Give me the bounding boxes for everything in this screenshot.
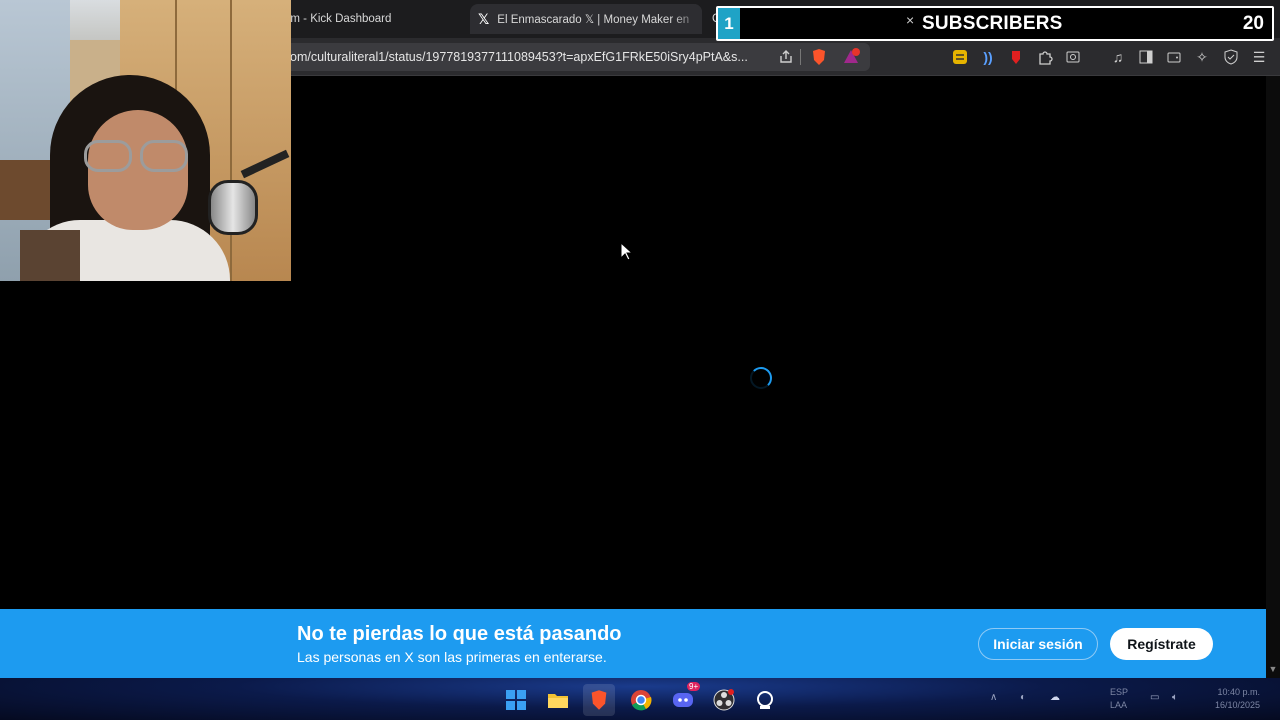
banner-title: No te pierdas lo que está pasando xyxy=(297,623,622,645)
share-icon[interactable] xyxy=(776,47,796,67)
tab-label: El Enmascarado 𝕏 | Money Maker en xyxy=(497,14,690,26)
vpn-shield-icon[interactable] xyxy=(1221,47,1241,67)
menu-icon[interactable]: ☰ xyxy=(1249,47,1269,67)
loading-spinner xyxy=(750,367,772,389)
file-explorer-icon[interactable] xyxy=(542,684,574,716)
x-logo-icon: 𝕏 xyxy=(478,10,490,27)
volume-icon[interactable]: 🔈︎ xyxy=(1172,692,1178,703)
wallet-icon[interactable] xyxy=(1164,47,1184,67)
scroll-down-icon[interactable]: ▼ xyxy=(1266,664,1280,676)
discord-badge: 9+ xyxy=(687,682,701,691)
windows-start-icon[interactable] xyxy=(500,684,532,716)
webcam-overlay xyxy=(0,0,291,281)
subscribers-label: SUBSCRIBERS xyxy=(922,13,1063,34)
address-bar[interactable]: om/culturaliteral1/status/19778193771110… xyxy=(270,43,870,71)
banner-subtitle: Las personas en X son las primeras en en… xyxy=(297,649,607,665)
windows-taskbar: 9+ ∧ ◐ ☁ ESP LAA ▭ 🔈︎ 10:40 p.m. 16/10/2… xyxy=(0,678,1280,720)
signup-button[interactable]: Regístrate xyxy=(1110,628,1213,660)
sidebar-icon[interactable] xyxy=(1136,47,1156,67)
mouse-cursor-icon xyxy=(620,242,634,261)
brave-browser-icon[interactable] xyxy=(583,684,615,716)
onedrive-icon[interactable]: ☁ xyxy=(1050,692,1060,703)
subscribers-goal-overlay: 1 × SUBSCRIBERS 20 xyxy=(716,6,1274,41)
subscriber-count: 1 xyxy=(718,8,740,39)
tray-app-icon[interactable]: ◐ xyxy=(1020,692,1026,703)
screenshot-icon[interactable] xyxy=(1063,47,1083,67)
tab-label: am - Kick Dashboard xyxy=(284,13,392,25)
discord-icon[interactable]: 9+ xyxy=(667,682,701,716)
x-login-banner: No te pierdas lo que está pasando Las pe… xyxy=(0,609,1266,678)
system-clock[interactable]: 10:40 p.m. 16/10/2025 xyxy=(1200,686,1260,712)
chrome-icon[interactable] xyxy=(625,684,657,716)
url-text[interactable]: om/culturaliteral1/status/19778193771110… xyxy=(290,50,765,64)
extension-honey-icon[interactable] xyxy=(950,47,970,67)
extension-stop-icon[interactable] xyxy=(1006,47,1026,67)
brave-rewards-icon[interactable] xyxy=(841,47,861,67)
obs-icon[interactable] xyxy=(708,684,740,716)
microphone-icon xyxy=(208,180,258,235)
tray-overflow-icon[interactable]: ∧ xyxy=(990,692,997,703)
leo-ai-icon[interactable]: ✧ xyxy=(1192,47,1212,67)
subscribers-goal: 20 xyxy=(1242,13,1264,34)
tab-x-post[interactable]: 𝕏 El Enmascarado 𝕏 | Money Maker en xyxy=(470,4,702,34)
keyboard-language[interactable]: ESP LAA xyxy=(1110,686,1128,712)
app-icon[interactable] xyxy=(749,684,781,716)
brave-shields-icon[interactable] xyxy=(809,47,829,67)
extensions-puzzle-icon[interactable] xyxy=(1035,47,1055,67)
close-tab-icon[interactable]: × xyxy=(906,12,914,28)
tab-kick-dashboard[interactable]: am - Kick Dashboard xyxy=(270,4,460,34)
media-music-icon[interactable]: ♫ xyxy=(1108,47,1128,67)
login-button[interactable]: Iniciar sesión xyxy=(978,628,1098,660)
extension-audio-icon[interactable]: )) xyxy=(978,47,998,67)
network-icon[interactable]: ▭ xyxy=(1150,692,1159,703)
desktop-screen: am - Kick Dashboard 𝕏 El Enmascarado 𝕏 |… xyxy=(0,0,1280,720)
page-scrollbar[interactable] xyxy=(1266,76,1280,678)
